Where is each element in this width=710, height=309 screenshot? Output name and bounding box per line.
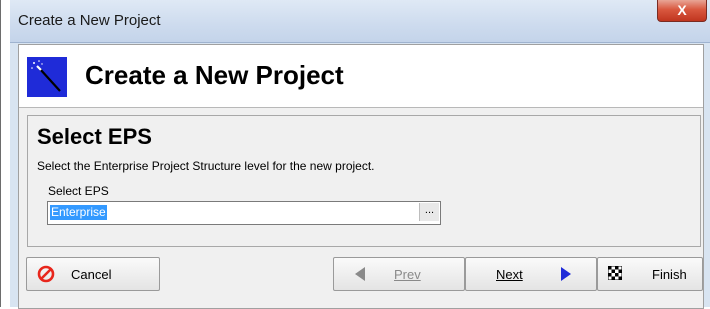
prev-button[interactable]: Prev (333, 257, 465, 291)
close-icon: X (677, 2, 687, 18)
next-button[interactable]: Next (465, 257, 597, 291)
dialog-content: Create a New Project Select EPS Select t… (18, 44, 704, 309)
eps-field-value[interactable]: Enterprise (50, 205, 107, 220)
step-description: Select the Enterprise Project Structure … (37, 159, 375, 173)
window-title: Create a New Project (18, 12, 161, 29)
wizard-header: Create a New Project (19, 45, 703, 108)
title-bar: Create a New Project X (10, 0, 710, 43)
cancel-icon (37, 265, 55, 283)
eps-browse-button[interactable]: ... (419, 203, 439, 221)
finish-button[interactable]: Finish (597, 257, 703, 291)
finish-label: Finish (652, 267, 687, 282)
wizard-title: Create a New Project (85, 60, 344, 90)
checkered-flag-icon (608, 266, 622, 280)
prev-label: Prev (394, 267, 421, 282)
arrow-right-icon (561, 267, 571, 281)
eps-field-label: Select EPS (48, 184, 109, 198)
step-panel: Select EPS Select the Enterprise Project… (27, 115, 701, 247)
background-window-edge (0, 0, 1, 307)
magic-wand-icon (27, 57, 67, 97)
eps-field[interactable]: Enterprise ... (47, 201, 441, 225)
close-button[interactable]: X (657, 0, 707, 22)
step-title: Select EPS (37, 124, 152, 149)
wizard-dialog: Create a New Project X Create a New Proj… (10, 0, 710, 309)
next-label: Next (496, 267, 523, 282)
cancel-label: Cancel (71, 267, 112, 282)
cancel-button[interactable]: Cancel (26, 257, 160, 291)
arrow-left-icon (355, 267, 365, 281)
